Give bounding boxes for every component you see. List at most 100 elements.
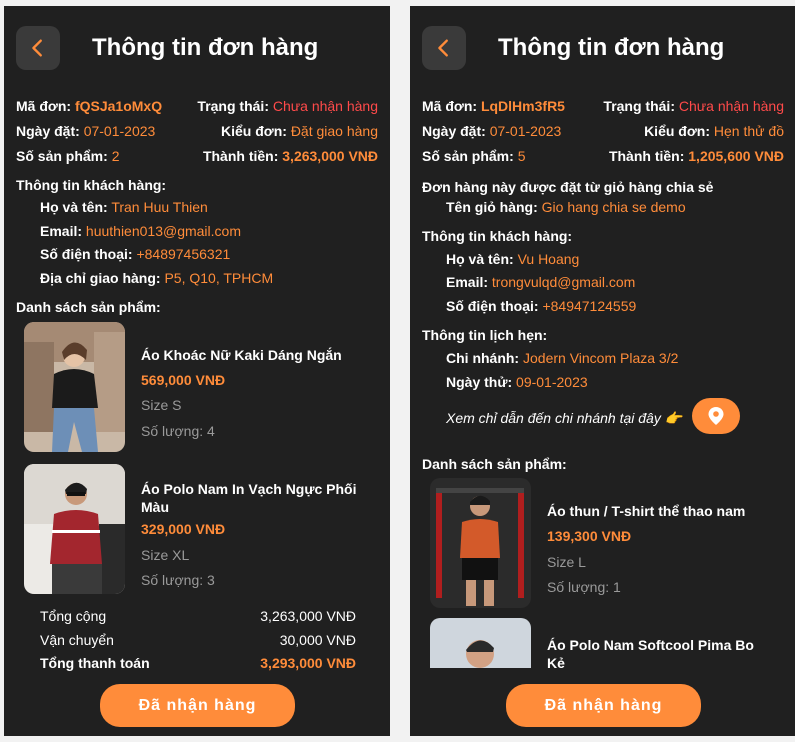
count-total-row: Số sản phẩm: 2 Thành tiền: 3,263,000 VNĐ — [16, 146, 378, 166]
location-pin-icon — [708, 407, 724, 425]
product-count-label: Số sản phẩm: — [422, 148, 514, 164]
page-title: Thông tin đơn hàng — [498, 34, 725, 61]
branch-line: Chi nhánh: Jodern Vincom Plaza 3/2 — [446, 350, 678, 366]
customer-address-line: Địa chỉ giao hàng: P5, Q10, TPHCM — [40, 270, 273, 286]
order-date-row: Ngày đặt: 07-01-2023 Kiểu đơn: Đặt giao … — [16, 121, 378, 141]
order-total: 3,263,000 VNĐ — [282, 148, 378, 164]
grand-total-value: 3,293,000 VNĐ — [260, 655, 356, 671]
order-code-label: Mã đơn: — [16, 98, 72, 114]
status-label: Trạng thái: — [197, 98, 269, 114]
appointment-section-heading: Thông tin lịch hẹn: — [422, 327, 548, 343]
order-detail-screen-right: Thông tin đơn hàng Mã đơn: LqDlHm3fR5 Tr… — [410, 6, 795, 736]
summary-shipping-row: Vận chuyển 30,000 VNĐ — [40, 632, 356, 648]
order-date-row: Ngày đặt: 07-01-2023 Kiểu đơn: Hẹn thử đ… — [422, 121, 784, 141]
customer-email: trongvulqd@gmail.com — [491, 274, 636, 290]
order-detail-screen-left: Thông tin đơn hàng Mã đơn: fQSJa1oMxQ Tr… — [4, 6, 390, 736]
customer-phone: +84897456321 — [136, 246, 231, 262]
customer-address: P5, Q10, TPHCM — [164, 270, 274, 286]
product-name[interactable]: Áo Khoác Nữ Kaki Dáng Ngắn — [141, 346, 366, 364]
product-price: 329,000 VNĐ — [141, 521, 226, 537]
order-code-label: Mã đơn: — [422, 98, 478, 114]
chevron-left-icon — [438, 39, 448, 57]
total-label: Thành tiền: — [202, 148, 279, 164]
summary-subtotal-row: Tổng cộng 3,263,000 VNĐ — [40, 608, 356, 624]
customer-address-label: Địa chỉ giao hàng: — [40, 270, 161, 286]
order-total: 1,205,600 VNĐ — [688, 148, 784, 164]
order-code: LqDlHm3fR5 — [480, 98, 565, 114]
product-name[interactable]: Áo thun / T-shirt thể thao nam — [547, 502, 772, 520]
received-button[interactable]: Đã nhận hàng — [100, 684, 295, 727]
order-date-label: Ngày đặt: — [16, 123, 80, 139]
product-name[interactable]: Áo Polo Nam In Vạch Ngực Phối Màu — [141, 480, 366, 516]
product-name[interactable]: Áo Polo Nam Softcool Pima Bo Kẻ — [547, 636, 772, 672]
back-button[interactable] — [422, 26, 466, 70]
back-button[interactable] — [16, 26, 60, 70]
product-size: Size S — [141, 397, 182, 413]
summary-total-row: Tổng thanh toán 3,293,000 VNĐ — [40, 655, 356, 671]
subtotal-value: 3,263,000 VNĐ — [260, 608, 356, 624]
cart-name-label: Tên giỏ hàng: — [446, 199, 538, 215]
product-count-label: Số sản phẩm: — [16, 148, 108, 164]
product-count: 5 — [517, 148, 526, 164]
product-quantity: Số lượng: 3 — [141, 572, 215, 588]
trial-date-line: Ngày thử: 09-01-2023 — [446, 374, 588, 390]
shared-cart-note: Đơn hàng này được đặt từ giỏ hàng chia s… — [422, 179, 714, 195]
directions-text: Xem chỉ dẫn đến chi nhánh tại đây 👉 — [446, 410, 683, 426]
customer-name-label: Họ và tên: — [40, 199, 108, 215]
shipping-value: 30,000 VNĐ — [279, 632, 356, 648]
product-count: 2 — [111, 148, 120, 164]
cart-name: Gio hang chia se demo — [541, 199, 686, 215]
customer-name-label: Họ và tên: — [446, 251, 514, 267]
customer-section-heading: Thông tin khách hàng: — [16, 177, 167, 193]
customer-name-line: Họ và tên: Tran Huu Thien — [40, 199, 208, 215]
received-button[interactable]: Đã nhận hàng — [506, 684, 701, 727]
status-label: Trạng thái: — [603, 98, 675, 114]
map-directions-button[interactable] — [692, 398, 740, 434]
products-section-heading: Danh sách sản phẩm: — [422, 456, 567, 472]
product-size: Size XL — [141, 547, 190, 563]
product-image[interactable] — [430, 478, 531, 608]
order-code-row: Mã đơn: fQSJa1oMxQ Trạng thái: Chưa nhận… — [16, 96, 378, 116]
customer-phone-line: Số điện thoại: +84897456321 — [40, 246, 230, 262]
customer-phone: +84947124559 — [542, 298, 637, 314]
customer-email-label: Email: — [40, 223, 83, 239]
product-image[interactable] — [24, 464, 125, 594]
subtotal-label: Tổng cộng — [40, 608, 107, 624]
customer-email-line: Email: trongvulqd@gmail.com — [446, 274, 635, 290]
customer-email: huuthien013@gmail.com — [85, 223, 241, 239]
customer-section-heading: Thông tin khách hàng: — [422, 228, 573, 244]
status-badge: Chưa nhận hàng — [678, 98, 784, 114]
branch-label: Chi nhánh: — [446, 350, 520, 366]
cart-name-line: Tên giỏ hàng: Gio hang chia se demo — [446, 199, 686, 215]
product-price: 569,000 VNĐ — [141, 372, 226, 388]
customer-name: Tran Huu Thien — [111, 199, 208, 215]
customer-phone-label: Số điện thoại: — [40, 246, 133, 262]
branch-name: Jodern Vincom Plaza 3/2 — [523, 350, 679, 366]
products-section-heading: Danh sách sản phẩm: — [16, 299, 161, 315]
order-code: fQSJa1oMxQ — [74, 98, 163, 114]
customer-email-label: Email: — [446, 274, 489, 290]
order-date: 07-01-2023 — [83, 123, 156, 139]
trial-date: 09-01-2023 — [516, 374, 588, 390]
total-label: Thành tiền: — [608, 148, 685, 164]
order-type: Đặt giao hàng — [290, 123, 378, 139]
trial-date-label: Ngày thử: — [446, 374, 513, 390]
product-quantity: Số lượng: 4 — [141, 423, 215, 439]
customer-name-line: Họ và tên: Vu Hoang — [446, 251, 579, 267]
status-badge: Chưa nhận hàng — [272, 98, 378, 114]
order-type: Hẹn thử đồ — [713, 123, 784, 139]
order-type-label: Kiểu đơn: — [644, 123, 711, 139]
product-size: Size L — [547, 554, 586, 570]
customer-name: Vu Hoang — [517, 251, 580, 267]
order-date-label: Ngày đặt: — [422, 123, 486, 139]
shipping-label: Vận chuyển — [40, 632, 114, 648]
page-title: Thông tin đơn hàng — [92, 34, 319, 61]
chevron-left-icon — [32, 39, 42, 57]
grand-total-label: Tổng thanh toán — [40, 655, 150, 671]
product-price: 139,300 VNĐ — [547, 528, 632, 544]
order-type-label: Kiểu đơn: — [220, 123, 287, 139]
customer-email-line: Email: huuthien013@gmail.com — [40, 223, 241, 239]
order-code-row: Mã đơn: LqDlHm3fR5 Trạng thái: Chưa nhận… — [422, 96, 784, 116]
product-image[interactable] — [24, 322, 125, 452]
product-quantity: Số lượng: 1 — [547, 579, 621, 595]
